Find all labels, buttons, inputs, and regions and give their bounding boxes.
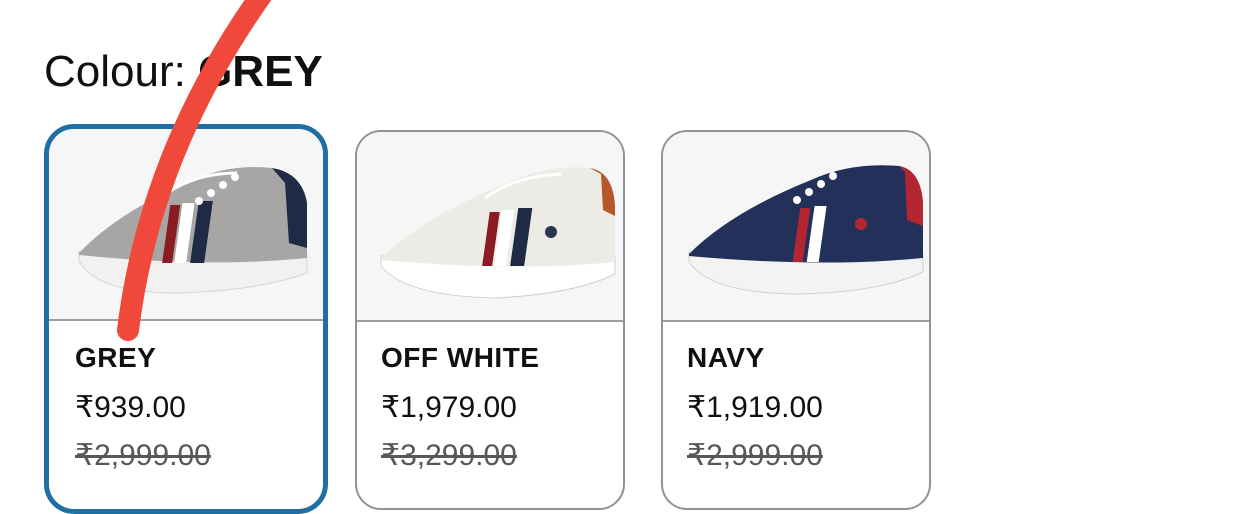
colour-label: Colour:: [44, 47, 199, 96]
variant-card-off-white[interactable]: OFF WHITE ₹1,979.00 ₹3,299.00: [355, 130, 625, 510]
variant-price: ₹1,919.00: [687, 391, 823, 424]
variant-name: GREY: [75, 342, 157, 373]
variant-price: ₹1,979.00: [381, 391, 517, 424]
variant-mrp: ₹2,999.00: [75, 439, 211, 472]
variant-price: ₹939.00: [75, 391, 186, 424]
variant-card-grey[interactable]: GREY ₹939.00 ₹2,999.00: [44, 124, 328, 514]
variant-name: NAVY: [687, 342, 765, 373]
variant-mrp: ₹2,999.00: [687, 439, 823, 472]
shoe-icon: [78, 167, 308, 294]
variant-image-off-white: [357, 132, 623, 322]
variant-image-grey: [49, 129, 323, 321]
variant-mrp: ₹3,299.00: [381, 439, 517, 472]
shoe-icon: [688, 165, 924, 295]
variant-name: OFF WHITE: [381, 342, 540, 373]
variant-card-navy[interactable]: NAVY ₹1,919.00 ₹2,999.00: [661, 130, 931, 510]
colour-heading: Colour: GREY: [44, 44, 323, 100]
shoe-icon: [380, 167, 616, 299]
colour-value: GREY: [198, 47, 323, 96]
variant-image-navy: [663, 132, 929, 322]
